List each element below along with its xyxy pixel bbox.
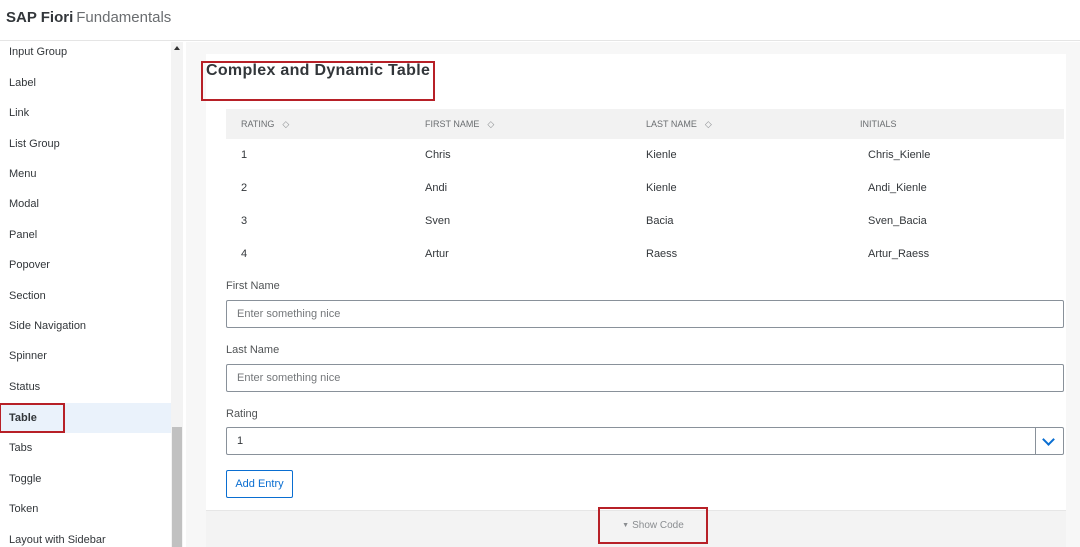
highlight-box xyxy=(0,403,65,433)
app-brand[interactable]: SAP Fiori Fundamentals xyxy=(6,9,171,27)
cell-first-name: Artur xyxy=(425,248,449,260)
table-row[interactable]: 4 Artur Raess Artur_Raess xyxy=(226,238,1064,271)
show-code-button[interactable]: ▼ Show Code xyxy=(598,507,708,544)
sidebar-item-label: Layout with Sidebar xyxy=(9,534,106,546)
sidebar-item-label: Modal xyxy=(9,198,39,210)
rating-label: Rating xyxy=(226,408,258,420)
highlight-box xyxy=(201,61,435,101)
sidebar-item-label: Toggle xyxy=(9,473,42,485)
cell-rating: 3 xyxy=(241,215,248,227)
sidebar-item-label: Input Group xyxy=(9,46,68,58)
sidebar-item-label: Section xyxy=(9,290,46,302)
table-row[interactable]: 1 Chris Kienle Chris_Kienle xyxy=(226,139,1064,172)
caret-down-icon: ▼ xyxy=(622,522,630,529)
scroll-up-arrow-icon[interactable] xyxy=(174,46,180,50)
app-header: SAP Fiori Fundamentals xyxy=(0,0,1080,41)
sidebar-item-table[interactable]: Table xyxy=(0,403,171,433)
page-title: Complex and Dynamic Table xyxy=(201,61,435,101)
sidebar-item-label[interactable]: Label xyxy=(0,68,171,98)
brand-subtitle: Fundamentals xyxy=(76,9,172,26)
sidebar-item-menu[interactable]: Menu xyxy=(0,159,171,189)
column-header-rating[interactable]: RATING ◇ xyxy=(241,109,289,139)
cell-initials: Andi_Kienle xyxy=(868,182,927,194)
sidebar-item-link[interactable]: Link xyxy=(0,98,171,128)
cell-last-name: Kienle xyxy=(646,182,677,194)
sidebar-item-label: Token xyxy=(9,503,39,515)
show-code-label: Show Code xyxy=(632,520,684,531)
sort-icon[interactable]: ◇ xyxy=(705,109,712,139)
sidebar-item-token[interactable]: Token xyxy=(0,494,171,524)
sidebar-item-label: Spinner xyxy=(9,350,47,362)
cell-rating: 4 xyxy=(241,248,248,260)
rating-select-value: 1 xyxy=(237,435,244,447)
code-footer: ▼ Show Code xyxy=(206,507,1066,547)
cell-initials: Chris_Kienle xyxy=(868,149,931,161)
sidebar-nav: Input Group Label Link List Group Menu M… xyxy=(0,42,186,547)
sort-icon[interactable]: ◇ xyxy=(487,109,494,139)
cell-last-name: Raess xyxy=(646,248,678,260)
sidebar-item-label: Panel xyxy=(9,229,38,241)
cell-initials: Artur_Raess xyxy=(868,248,930,260)
sort-icon[interactable]: ◇ xyxy=(282,109,289,139)
cell-initials: Sven_Bacia xyxy=(868,215,927,227)
sidebar-item-label: Link xyxy=(9,107,30,119)
sidebar-item-toggle[interactable]: Toggle xyxy=(0,464,171,494)
column-header-label: INITIALS xyxy=(860,119,897,129)
cell-rating: 1 xyxy=(241,149,248,161)
sidebar-item-label: Side Navigation xyxy=(9,320,87,332)
add-entry-button[interactable]: Add Entry xyxy=(226,470,293,498)
sidebar-item-label: Status xyxy=(9,381,41,393)
sidebar-item-label: List Group xyxy=(9,138,60,150)
cell-first-name: Chris xyxy=(425,149,451,161)
column-header-label: LAST NAME xyxy=(646,119,697,129)
cell-rating: 2 xyxy=(241,182,248,194)
cell-last-name: Kienle xyxy=(646,149,677,161)
table-row[interactable]: 2 Andi Kienle Andi_Kienle xyxy=(226,172,1064,205)
sidebar-scrollbar[interactable] xyxy=(171,42,183,547)
chevron-down-icon xyxy=(1042,433,1055,446)
last-name-label: Last Name xyxy=(226,344,280,356)
cell-first-name: Sven xyxy=(425,215,451,227)
sidebar-item-label: Popover xyxy=(9,259,50,271)
table-row[interactable]: 3 Sven Bacia Sven_Bacia xyxy=(226,205,1064,238)
cell-last-name: Bacia xyxy=(646,215,674,227)
table-header: RATING ◇ FIRST NAME ◇ LAST NAME ◇ INITIALS xyxy=(226,109,1064,139)
brand-name: SAP Fiori xyxy=(6,9,74,26)
sidebar-item-tabs[interactable]: Tabs xyxy=(0,433,171,463)
first-name-input[interactable] xyxy=(226,300,1064,328)
column-header-last-name[interactable]: LAST NAME ◇ xyxy=(646,109,712,139)
scrollbar-thumb[interactable] xyxy=(172,427,182,547)
cell-first-name: Andi xyxy=(425,182,448,194)
sidebar-item-status[interactable]: Status xyxy=(0,372,171,402)
sidebar-item-side-navigation[interactable]: Side Navigation xyxy=(0,311,171,341)
sidebar-item-label: Label xyxy=(9,77,36,89)
column-header-label: FIRST NAME xyxy=(425,119,480,129)
sidebar-item-spinner[interactable]: Spinner xyxy=(0,341,171,371)
sidebar-item-label: Tabs xyxy=(9,442,33,454)
column-header-label: RATING xyxy=(241,119,275,129)
table-example-panel: Complex and Dynamic Table RATING ◇ FIRST … xyxy=(201,54,1066,547)
rating-dropdown-button[interactable] xyxy=(1035,428,1063,454)
first-name-label: First Name xyxy=(226,280,280,292)
sidebar-item-layout-with-sidebar[interactable]: Layout with Sidebar xyxy=(0,525,171,547)
sidebar-item-section[interactable]: Section xyxy=(0,281,171,311)
sidebar-item-list-group[interactable]: List Group xyxy=(0,129,171,159)
main-content: Complex and Dynamic Table RATING ◇ FIRST … xyxy=(186,42,1080,547)
sidebar-item-popover[interactable]: Popover xyxy=(0,250,171,280)
rating-select[interactable]: 1 xyxy=(226,427,1064,455)
column-header-initials: INITIALS xyxy=(860,109,897,139)
last-name-input[interactable] xyxy=(226,364,1064,392)
sidebar-item-panel[interactable]: Panel xyxy=(0,220,171,250)
sidebar-item-modal[interactable]: Modal xyxy=(0,189,171,219)
column-header-first-name[interactable]: FIRST NAME ◇ xyxy=(425,109,494,139)
sidebar-item-label: Menu xyxy=(9,168,37,180)
sidebar-item-input-group[interactable]: Input Group xyxy=(0,42,171,67)
